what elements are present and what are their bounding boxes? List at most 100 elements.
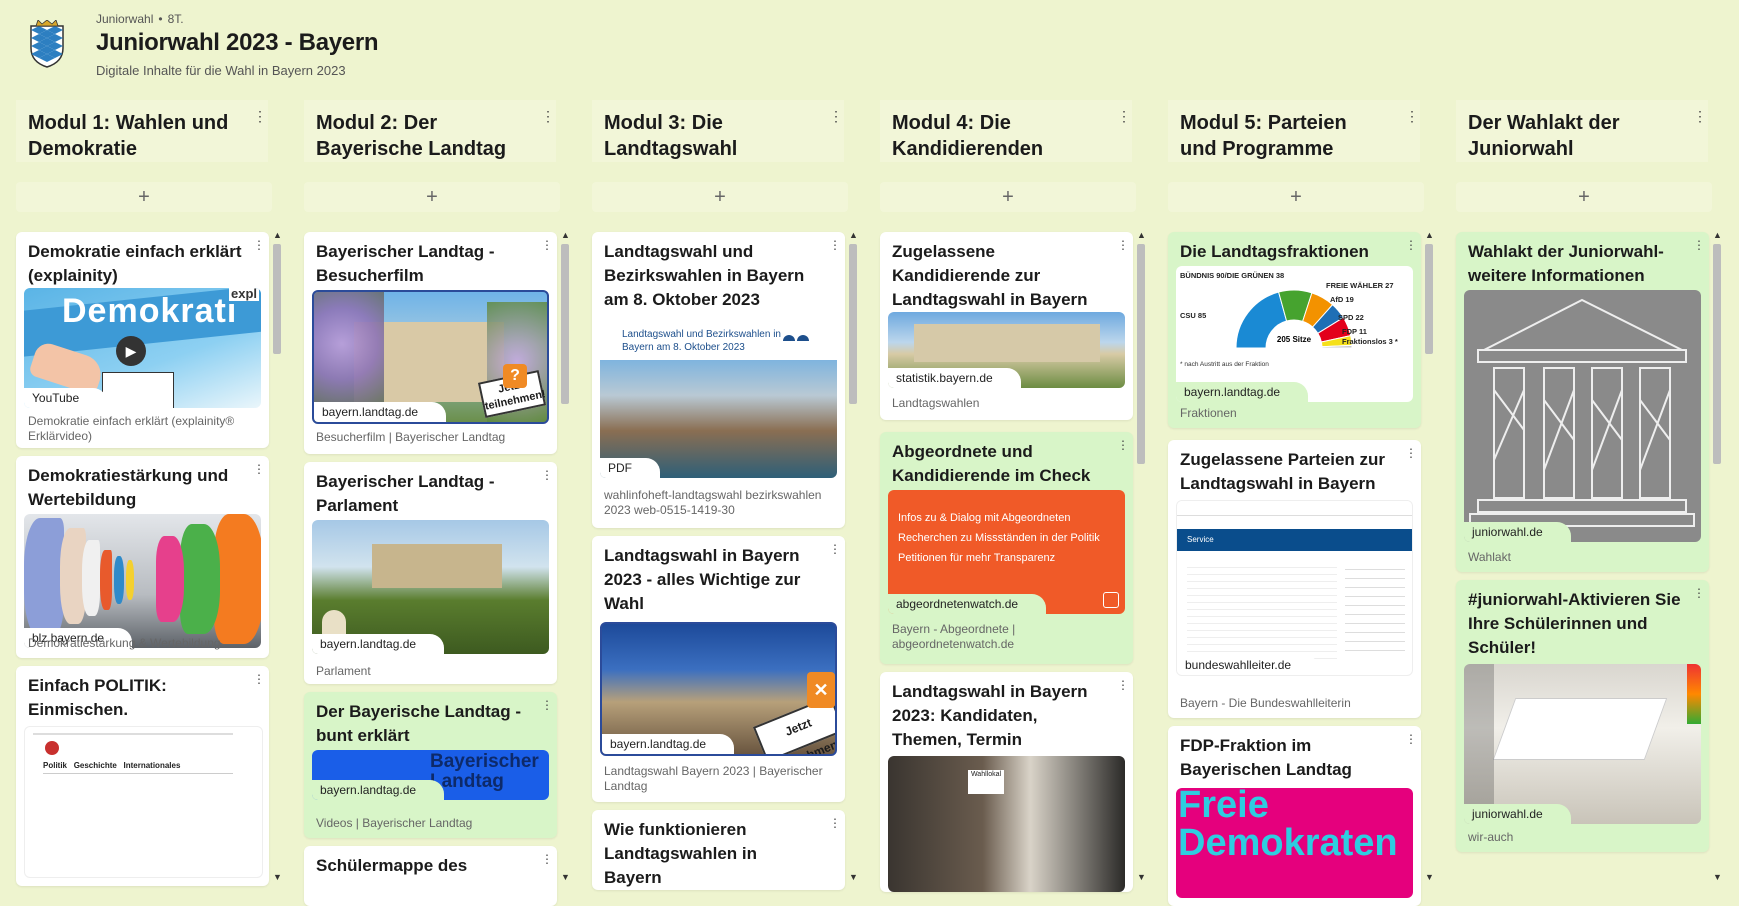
post-thumbnail[interactable]: Service bundeswahlleiter.de — [1176, 500, 1413, 676]
add-post-button[interactable]: + — [304, 182, 560, 212]
post-thumbnail[interactable]: Demokrati expl ▶ YouTube — [24, 288, 261, 408]
column-scrollbar[interactable]: ▲ ▼ — [1423, 230, 1435, 882]
post-menu-icon[interactable]: ⋮ — [829, 239, 841, 251]
scroll-down-icon[interactable]: ▼ — [1425, 872, 1434, 882]
scroll-up-icon[interactable]: ▲ — [1137, 230, 1146, 240]
add-post-button[interactable]: + — [880, 182, 1136, 212]
post-menu-icon[interactable]: ⋮ — [541, 239, 553, 251]
scrollbar-thumb[interactable] — [1425, 244, 1433, 354]
post-menu-icon[interactable]: ⋮ — [1117, 679, 1129, 691]
column-wahlakt: Der Wahlakt der Juniorwahl ⋮ + ▲ ▼ Wahlak… — [1456, 96, 1728, 886]
column-scrollbar[interactable]: ▲ ▼ — [1711, 230, 1723, 882]
column-menu-icon[interactable]: ⋮ — [828, 109, 844, 123]
post-menu-icon[interactable]: ⋮ — [253, 463, 265, 475]
author-name[interactable]: Juniorwahl — [96, 12, 153, 26]
post-thumbnail[interactable]: Landtagswahl und Bezirkswahlen in Bayern… — [600, 322, 837, 478]
column-menu-icon[interactable]: ⋮ — [1692, 109, 1708, 123]
scrollbar-thumb[interactable] — [273, 244, 281, 354]
post-card[interactable]: Landtagswahl in Bayern 2023: Kandidaten,… — [880, 672, 1133, 892]
post-thumbnail[interactable]: juniorwahl.de — [1464, 290, 1701, 542]
post-card[interactable]: Abgeordnete und Kandidierende im Check ⋮… — [880, 432, 1133, 664]
post-menu-icon[interactable]: ⋮ — [253, 239, 265, 251]
post-card[interactable]: Einfach POLITIK: Einmischen. Mitentschei… — [16, 666, 269, 886]
post-menu-icon[interactable]: ⋮ — [541, 699, 553, 711]
post-thumbnail[interactable]: Wahllokal — [888, 756, 1125, 892]
post-thumbnail[interactable]: bayern.landtag.de — [312, 520, 549, 654]
post-source: statistik.bayern.de — [888, 368, 1021, 388]
post-thumbnail[interactable]: BÜNDNIS 90/DIE GRÜNEN 38 FREIE WÄHLER 27 A… — [1176, 266, 1413, 402]
post-menu-icon[interactable]: ⋮ — [1117, 439, 1129, 451]
post-card[interactable]: Bayerischer Landtag - Parlament ⋮ bayern… — [304, 462, 557, 684]
scroll-down-icon[interactable]: ▼ — [1713, 872, 1722, 882]
scroll-down-icon[interactable]: ▼ — [1137, 872, 1146, 882]
scrollbar-thumb[interactable] — [849, 244, 857, 404]
post-title: Landtagswahl in Bayern 2023: Kandidaten,… — [892, 682, 1088, 749]
post-card[interactable]: Wahlakt der Juniorwahl- weitere Informat… — [1456, 232, 1709, 572]
column-menu-icon[interactable]: ⋮ — [252, 109, 268, 123]
scrollbar-thumb[interactable] — [1713, 244, 1721, 464]
post-card[interactable]: Zugelassene Parteien zur Landtagswahl in… — [1168, 440, 1421, 718]
post-menu-icon[interactable]: ⋮ — [829, 817, 841, 829]
scroll-up-icon[interactable]: ▲ — [1425, 230, 1434, 240]
column-title: Modul 1: Wahlen und Demokratie — [28, 112, 229, 160]
scroll-down-icon[interactable]: ▼ — [273, 872, 282, 882]
scrollbar-thumb[interactable] — [1137, 244, 1145, 464]
post-thumbnail[interactable]: Jetzt teilnehmen! ✕ bayern.landtag.de — [600, 622, 837, 756]
post-card[interactable]: Schülermappe des ⋮ — [304, 846, 557, 906]
post-thumbnail[interactable]: Infos zu & Dialog mit Abgeordneten Reche… — [888, 490, 1125, 614]
post-menu-icon[interactable]: ⋮ — [829, 543, 841, 555]
scroll-up-icon[interactable]: ▲ — [849, 230, 858, 240]
post-caption: Besucherfilm | Bayerischer Landtag — [316, 430, 506, 444]
scroll-up-icon[interactable]: ▲ — [273, 230, 282, 240]
post-menu-icon[interactable]: ⋮ — [1405, 239, 1417, 251]
post-card[interactable]: Landtagswahl in Bayern 2023 - alles Wich… — [592, 536, 845, 802]
add-post-button[interactable]: + — [1456, 182, 1712, 212]
post-menu-icon[interactable]: ⋮ — [1693, 239, 1705, 251]
scroll-down-icon[interactable]: ▼ — [561, 872, 570, 882]
column-menu-icon[interactable]: ⋮ — [540, 109, 556, 123]
post-menu-icon[interactable]: ⋮ — [1405, 733, 1417, 745]
post-card[interactable]: Demokratiestärkung und Wertebildung ⋮ bl… — [16, 456, 269, 658]
post-card[interactable]: Landtagswahl und Bezirkswahlen in Bayern… — [592, 232, 845, 528]
post-card[interactable]: FDP-Fraktion im Bayerischen Landtag ⋮ Fr… — [1168, 726, 1421, 906]
post-thumbnail[interactable]: juniorwahl.de — [1464, 664, 1701, 824]
post-menu-icon[interactable]: ⋮ — [1117, 239, 1129, 251]
column-scrollbar[interactable]: ▲ ▼ — [1135, 230, 1147, 882]
post-card[interactable]: Der Bayerische Landtag - bunt erklärt ⋮ … — [304, 692, 557, 838]
post-card[interactable]: Die Landtagsfraktionen ⋮ BÜNDNIS 90/DIE … — [1168, 232, 1421, 428]
post-menu-icon[interactable]: ⋮ — [1405, 447, 1417, 459]
play-icon[interactable]: ▶ — [116, 336, 146, 366]
post-thumbnail[interactable]: statistik.bayern.de — [888, 312, 1125, 388]
chart-label-5: FDP 11 — [1342, 327, 1367, 336]
post-thumbnail[interactable]: Jetzt teilnehmen! ? bayern.landtag.de — [312, 290, 549, 424]
post-title: Demokratie einfach erklärt (explainity) — [28, 242, 242, 285]
post-menu-icon[interactable]: ⋮ — [541, 469, 553, 481]
column-menu-icon[interactable]: ⋮ — [1116, 109, 1132, 123]
post-card[interactable]: Zugelassene Kandidierende zur Landtagswa… — [880, 232, 1133, 420]
add-post-button[interactable]: + — [16, 182, 272, 212]
scrollbar-thumb[interactable] — [561, 244, 569, 404]
column-scrollbar[interactable]: ▲ ▼ — [271, 230, 283, 882]
post-menu-icon[interactable]: ⋮ — [1693, 587, 1705, 599]
add-post-button[interactable]: + — [1168, 182, 1424, 212]
post-card[interactable]: Wie funktionieren Landtagswahlen in Baye… — [592, 810, 845, 890]
post-card[interactable]: Demokratie einfach erklärt (explainity) … — [16, 232, 269, 448]
scroll-up-icon[interactable]: ▲ — [1713, 230, 1722, 240]
scroll-down-icon[interactable]: ▼ — [849, 872, 858, 882]
post-thumbnail[interactable]: Freie Demokraten — [1176, 788, 1413, 898]
add-post-button[interactable]: + — [592, 182, 848, 212]
post-menu-icon[interactable]: ⋮ — [253, 673, 265, 685]
post-menu-icon[interactable]: ⋮ — [541, 853, 553, 865]
column-menu-icon[interactable]: ⋮ — [1404, 109, 1420, 123]
post-title: Wie funktionieren Landtagswahlen in Baye… — [604, 820, 758, 887]
column-scrollbar[interactable]: ▲ ▼ — [559, 230, 571, 882]
post-card[interactable]: Bayerischer Landtag - Besucherfilm ⋮ Jet… — [304, 232, 557, 454]
site-logo-icon — [45, 741, 59, 755]
post-caption: Wahlakt — [1468, 550, 1511, 564]
post-thumbnail[interactable]: Politik Geschichte Internationales — [24, 726, 263, 878]
post-card[interactable]: #juniorwahl-Aktivieren Sie Ihre Schüleri… — [1456, 580, 1709, 852]
post-thumbnail[interactable]: blz.bayern.de — [24, 514, 261, 648]
scroll-up-icon[interactable]: ▲ — [561, 230, 570, 240]
post-thumbnail[interactable]: Bayerischer Landtag bayern.landtag.de — [312, 750, 549, 800]
column-scrollbar[interactable]: ▲ ▼ — [847, 230, 859, 882]
